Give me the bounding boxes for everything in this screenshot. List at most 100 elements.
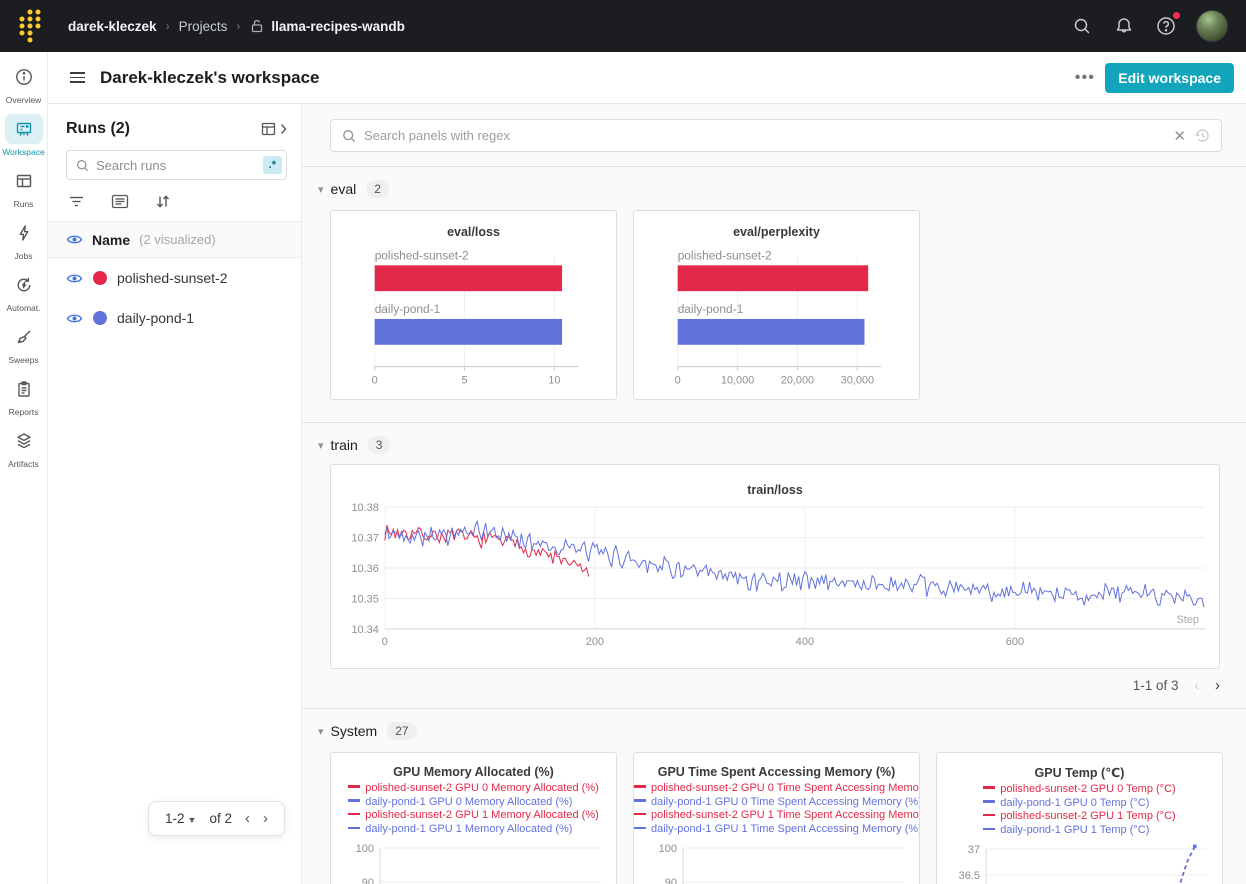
- legend-item: polished-sunset-2 GPU 1 Time Spent Acces…: [634, 809, 920, 823]
- runs-name-header-row[interactable]: Name (2 visualized): [48, 222, 301, 258]
- edit-workspace-button[interactable]: Edit workspace: [1105, 63, 1234, 93]
- help-icon[interactable]: [1148, 8, 1184, 44]
- legend-dash-icon: [983, 814, 995, 816]
- breadcrumb: darek-kleczek › Projects › llama-recipes…: [68, 18, 405, 34]
- section-system-header[interactable]: ▾ System 27: [302, 709, 1246, 750]
- lightning-icon: [5, 218, 43, 248]
- sidebar-item-jobs[interactable]: Jobs: [0, 218, 48, 261]
- sidebar-item-runs[interactable]: Runs: [0, 166, 48, 209]
- legend-dash-icon: [348, 827, 360, 829]
- run-color-dot: [93, 271, 107, 285]
- section-train: ▾ train 3 train/loss 10.3410.3510.3610.3…: [302, 423, 1246, 708]
- legend-item: polished-sunset-2 GPU 1 Temp (°C): [983, 810, 1175, 824]
- section-eval: ▾ eval 2 eval/loss polished-sunset-2dail…: [302, 167, 1246, 422]
- sort-icon[interactable]: [155, 194, 171, 209]
- sidebar-item-overview[interactable]: Overview: [0, 62, 48, 105]
- panel-eval-loss[interactable]: eval/loss polished-sunset-2daily-pond-10…: [330, 210, 617, 400]
- chart-legend: polished-sunset-2 GPU 0 Temp (°C) daily-p…: [983, 783, 1175, 837]
- chart-canvas: 10090: [634, 836, 919, 884]
- legend-dash-icon: [348, 813, 360, 815]
- svg-text:400: 400: [796, 636, 814, 648]
- panel-search-box: ✕: [330, 119, 1222, 152]
- chevron-down-icon: ▾: [318, 439, 324, 452]
- broom-icon: [5, 322, 43, 352]
- svg-text:100: 100: [356, 843, 374, 855]
- search-icon: [341, 128, 357, 144]
- prev-page-button[interactable]: ‹: [245, 811, 250, 826]
- clear-search-icon[interactable]: ✕: [1165, 127, 1194, 145]
- panel-search-input[interactable]: [364, 128, 1165, 143]
- breadcrumb-user[interactable]: darek-kleczek: [68, 19, 157, 34]
- filter-icon[interactable]: [68, 194, 85, 209]
- wandb-logo[interactable]: [16, 6, 50, 46]
- runs-page-range[interactable]: 1-2▼: [165, 811, 196, 826]
- panel-train-loss[interactable]: train/loss 10.3410.3510.3610.3710.380200…: [330, 464, 1220, 669]
- search-icon[interactable]: [1064, 8, 1100, 44]
- panel-gpu-time-accessing-memory[interactable]: GPU Time Spent Accessing Memory (%) poli…: [633, 752, 920, 884]
- panel-gpu-temp[interactable]: GPU Temp (℃) polished-sunset-2 GPU 0 Tem…: [936, 752, 1223, 884]
- svg-text:Step: Step: [1176, 614, 1199, 626]
- chart-title: GPU Time Spent Accessing Memory (%): [634, 765, 919, 779]
- svg-text:200: 200: [586, 636, 604, 648]
- next-page-button[interactable]: ›: [1215, 677, 1220, 694]
- section-train-header[interactable]: ▾ train 3: [302, 423, 1246, 464]
- legend-item: polished-sunset-2 GPU 1 Memory Allocated…: [348, 809, 599, 823]
- breadcrumb-project[interactable]: llama-recipes-wandb: [271, 19, 405, 34]
- svg-text:10.36: 10.36: [351, 563, 378, 575]
- panels-area: ✕ ▾ eval 2: [302, 104, 1246, 884]
- chart-title: eval/loss: [331, 211, 616, 239]
- run-row-daily-pond-1[interactable]: daily-pond-1: [48, 298, 301, 338]
- search-history-icon[interactable]: [1194, 127, 1211, 144]
- sidebar-item-automations[interactable]: Automat.: [0, 270, 48, 313]
- collapse-sidebar-icon[interactable]: [64, 65, 90, 91]
- chart-canvas: 10.3410.3510.3610.3710.380200400600Step: [331, 497, 1219, 659]
- eye-visibility-icon[interactable]: [66, 272, 83, 285]
- top-navbar: darek-kleczek › Projects › llama-recipes…: [0, 0, 1246, 52]
- svg-text:0: 0: [675, 375, 681, 387]
- chart-title: GPU Memory Allocated (%): [331, 765, 616, 779]
- legend-dash-icon: [634, 813, 646, 815]
- next-page-button[interactable]: ›: [263, 811, 268, 826]
- svg-text:10.37: 10.37: [351, 533, 378, 545]
- eye-visibility-icon[interactable]: [66, 312, 83, 325]
- left-nav-rail: Overview Workspace Runs: [0, 52, 48, 884]
- info-icon: [5, 62, 43, 92]
- run-row-polished-sunset-2[interactable]: polished-sunset-2: [48, 258, 301, 298]
- expand-runs-table-icon[interactable]: [261, 121, 287, 137]
- legend-dash-icon: [983, 800, 995, 803]
- regex-toggle-button[interactable]: .*: [263, 156, 282, 174]
- panel-gpu-memory-allocated[interactable]: GPU Memory Allocated (%) polished-sunset…: [330, 752, 617, 884]
- svg-text:37: 37: [968, 844, 980, 856]
- legend-item: daily-pond-1 GPU 1 Time Spent Accessing …: [634, 823, 920, 837]
- chart-canvas: 3736.5: [937, 837, 1222, 884]
- workspace-header: Darek-kleczek's workspace ••• Edit works…: [48, 52, 1246, 104]
- eye-visibility-icon[interactable]: [66, 233, 83, 246]
- legend-item: daily-pond-1 GPU 0 Memory Allocated (%): [348, 796, 599, 810]
- workspace-overflow-menu[interactable]: •••: [1065, 65, 1105, 90]
- train-page-label: 1-1 of 3: [1133, 678, 1179, 693]
- group-list-icon[interactable]: [111, 194, 129, 209]
- breadcrumb-projects[interactable]: Projects: [179, 19, 228, 34]
- runs-table-icon: [5, 166, 43, 196]
- prev-page-button[interactable]: ‹: [1195, 678, 1200, 693]
- sidebar-item-artifacts[interactable]: Artifacts: [0, 426, 48, 469]
- section-eval-header[interactable]: ▾ eval 2: [302, 167, 1246, 208]
- notification-dot: [1171, 10, 1182, 21]
- runs-page-of: of 2: [209, 811, 232, 826]
- automation-cycle-icon: [5, 270, 43, 300]
- train-section-pagination: 1-1 of 3 ‹ ›: [302, 669, 1246, 708]
- legend-item: polished-sunset-2 GPU 0 Temp (°C): [983, 783, 1175, 797]
- sidebar-item-sweeps[interactable]: Sweeps: [0, 322, 48, 365]
- runs-search-input[interactable]: [96, 158, 263, 173]
- legend-item: daily-pond-1 GPU 1 Temp (°C): [983, 824, 1175, 838]
- chart-legend: polished-sunset-2 GPU 0 Time Spent Acces…: [634, 782, 920, 836]
- user-avatar[interactable]: [1196, 10, 1228, 42]
- chart-canvas: 10090: [331, 836, 616, 884]
- notifications-bell-icon[interactable]: [1106, 8, 1142, 44]
- legend-item: polished-sunset-2 GPU 0 Time Spent Acces…: [634, 782, 920, 796]
- panel-eval-perplexity[interactable]: eval/perplexity polished-sunset-2daily-p…: [633, 210, 920, 400]
- sidebar-item-workspace[interactable]: Workspace: [0, 114, 48, 157]
- sidebar-item-reports[interactable]: Reports: [0, 374, 48, 417]
- svg-text:30,000: 30,000: [841, 375, 874, 387]
- legend-dash-icon: [634, 785, 646, 788]
